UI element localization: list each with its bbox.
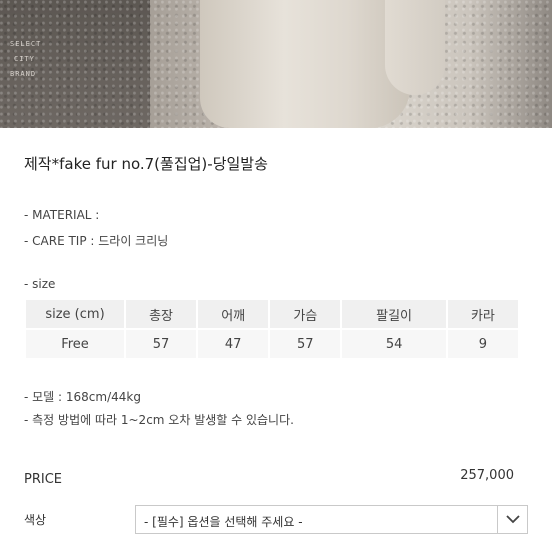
size-table-header-row: size (cm) 총장 어깨 가슴 팔길이 카라: [24, 298, 521, 330]
size-header-cell: 팔길이: [340, 298, 448, 330]
option-label-color: 색상: [24, 513, 47, 527]
photo-label-1: SELECT: [10, 40, 42, 48]
size-header-cell: 어깨: [196, 298, 271, 330]
measure-note: - 측정 방법에 따라 1~2cm 오차 발생할 수 있습니다.: [24, 413, 294, 427]
size-cell: 57: [123, 328, 199, 360]
size-cell: Free: [24, 328, 126, 360]
price-value: 257,000: [460, 468, 514, 483]
chevron-down-icon[interactable]: [497, 506, 527, 533]
color-option-value: - [필수] 옵션을 선택해 주세요 -: [144, 515, 303, 529]
size-table: size (cm) 총장 어깨 가슴 팔길이 카라 Free 57 47 57 …: [24, 298, 521, 360]
size-header-cell: size (cm): [24, 298, 126, 330]
photo-label-3: BRAND: [10, 70, 37, 78]
care-tip-info: - CARE TIP : 드라이 크리닝: [24, 234, 169, 248]
product-photo: SELECT CITY BRAND: [0, 0, 552, 128]
model-note: - 모델 : 168cm/44kg: [24, 390, 141, 404]
material-info: - MATERIAL :: [24, 208, 100, 222]
size-header-cell: 카라: [445, 298, 521, 330]
size-label: - size: [24, 277, 56, 291]
table-row: Free 57 47 57 54 9: [24, 328, 521, 360]
price-label: PRICE: [24, 472, 62, 487]
size-header-cell: 가슴: [268, 298, 343, 330]
color-option-select[interactable]: - [필수] 옵션을 선택해 주세요 -: [135, 505, 528, 534]
size-cell: 54: [340, 328, 448, 360]
size-cell: 47: [196, 328, 271, 360]
size-cell: 9: [445, 328, 521, 360]
photo-garment: [200, 0, 410, 128]
product-title: 제작*fake fur no.7(풀집업)-당일발송: [24, 155, 268, 173]
size-cell: 57: [268, 328, 343, 360]
size-header-cell: 총장: [123, 298, 199, 330]
photo-label-2: CITY: [14, 55, 35, 63]
photo-garment-sleeve: [385, 0, 445, 95]
